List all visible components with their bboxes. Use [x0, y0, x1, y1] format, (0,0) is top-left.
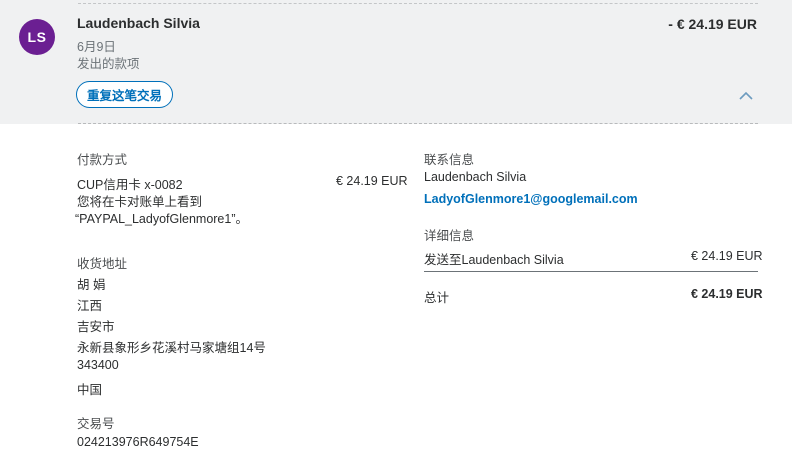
transaction-amount: - € 24.19 EUR	[668, 16, 757, 32]
payment-method-amount: € 24.19 EUR	[336, 174, 408, 188]
transaction-id: 024213976R649754E	[77, 435, 199, 449]
avatar: LS	[19, 19, 55, 55]
address-line: 343400	[77, 358, 119, 372]
contact-email-link[interactable]: LadyofGlenmore1@googlemail.com	[424, 192, 638, 206]
transaction-type: 发出的款项	[77, 57, 140, 71]
counterparty-name: Laudenbach Silvia	[77, 15, 200, 31]
details-title: 详细信息	[424, 229, 475, 243]
details-sent-amount: € 24.19 EUR	[691, 249, 763, 263]
payment-method-title: 付款方式	[77, 153, 128, 167]
address-line: 江西	[77, 299, 103, 313]
contact-name: Laudenbach Silvia	[424, 170, 527, 184]
transaction-id-title: 交易号	[77, 417, 115, 431]
divider	[78, 3, 758, 4]
statement-descriptor: “PAYPAL_LadyofGlenmore1”。	[75, 212, 248, 226]
total-amount: € 24.19 EUR	[691, 287, 763, 301]
total-label: 总计	[424, 291, 450, 305]
contact-info-title: 联系信息	[424, 153, 475, 167]
address-line: 永新县象形乡花溪村马家塘组14号	[77, 341, 266, 355]
address-line: 吉安市	[77, 320, 115, 334]
details-sent-label: 发送至Laudenbach Silvia	[424, 253, 564, 267]
divider	[78, 123, 758, 124]
transaction-header[interactable]: LS Laudenbach Silvia 6月9日 发出的款项 - € 24.1…	[0, 0, 792, 124]
address-line: 中国	[77, 383, 103, 397]
chevron-up-icon[interactable]	[738, 90, 754, 102]
address-line: 胡 娟	[77, 278, 106, 292]
details-divider	[424, 271, 758, 272]
repeat-transaction-button[interactable]: 重复这笔交易	[76, 81, 174, 108]
shipping-address-title: 收货地址	[77, 257, 128, 271]
